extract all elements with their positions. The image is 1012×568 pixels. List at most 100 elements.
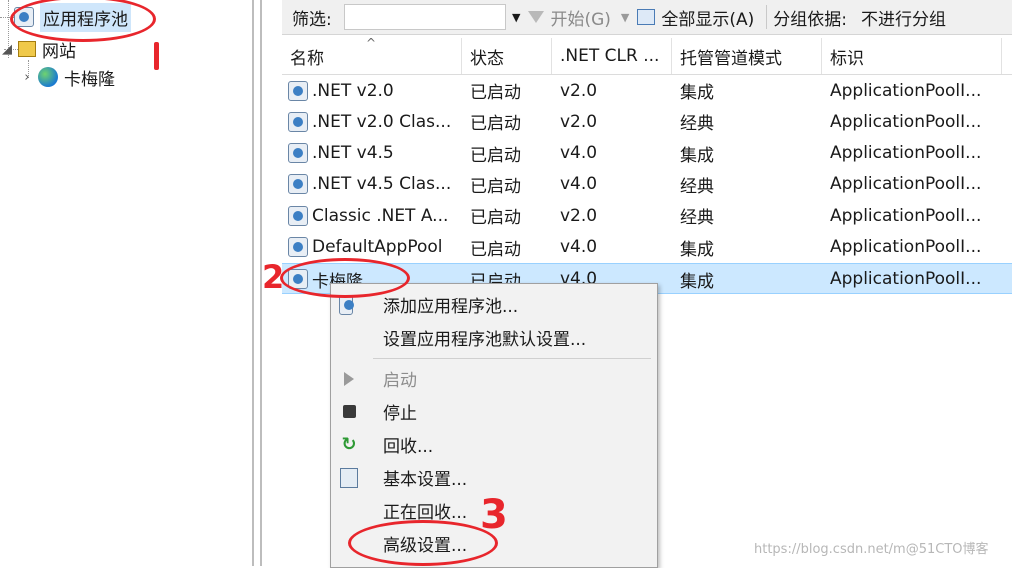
column-header-clr[interactable]: .NET CLR ... bbox=[552, 38, 672, 74]
table-row[interactable]: .NET v2.0 Clas... 已启动 v2.0 经典 ApplicationPoo… bbox=[282, 106, 1012, 137]
annotation-step-2: 2 bbox=[262, 258, 285, 296]
cell-clr: v4.0 bbox=[560, 232, 670, 263]
app-pool-icon bbox=[288, 237, 308, 257]
settings-page-icon bbox=[340, 467, 358, 488]
cell-name: Classic .NET A... bbox=[288, 200, 460, 231]
cell-text: .NET v4.5 Clas... bbox=[312, 174, 452, 195]
cell-text: v2.0 bbox=[560, 80, 598, 101]
filter-input[interactable] bbox=[344, 4, 506, 30]
cell-text: ApplicationPoolI... bbox=[830, 237, 982, 257]
list-header: ^ 名称 状态 .NET CLR ... 托管管道模式 标识 bbox=[282, 36, 1012, 75]
menu-item-recycle[interactable]: ↻ 回收... bbox=[331, 428, 655, 461]
start-filter-button[interactable]: 开始(G) bbox=[528, 5, 611, 30]
table-row[interactable]: Classic .NET A... 已启动 v2.0 经典 ApplicationPoo… bbox=[282, 200, 1012, 231]
cell-identity: ApplicationPoolI... bbox=[830, 200, 1008, 231]
menu-item-label: 添加应用程序池... bbox=[383, 297, 519, 317]
column-header-identity[interactable]: 标识 bbox=[822, 38, 1002, 74]
splitter[interactable] bbox=[252, 0, 254, 566]
annotation-circle-advanced bbox=[348, 520, 498, 566]
cell-pipeline: 集成 bbox=[680, 264, 820, 295]
collapse-arrow-icon[interactable]: ◢ bbox=[0, 42, 14, 57]
cell-text: 已启动 bbox=[470, 145, 521, 166]
column-header-status[interactable]: 状态 bbox=[462, 38, 552, 74]
cell-status: 已启动 bbox=[470, 169, 550, 200]
cell-text: Classic .NET A... bbox=[312, 205, 449, 226]
cell-clr: v4.0 bbox=[560, 169, 670, 200]
cell-text: 集成 bbox=[680, 83, 714, 103]
column-header-label: 托管管道模式 bbox=[680, 48, 782, 69]
cell-identity: ApplicationPoolI... bbox=[830, 75, 1008, 106]
cell-pipeline: 经典 bbox=[680, 106, 820, 137]
connections-tree: 应用程序池 ◢ 网站 › 卡梅隆 bbox=[0, 0, 252, 566]
cell-clr: v2.0 bbox=[560, 200, 670, 231]
app-pool-icon bbox=[288, 174, 308, 195]
cell-text: .NET v2.0 Clas... bbox=[312, 111, 452, 132]
table-row[interactable]: DefaultAppPool 已启动 v4.0 集成 ApplicationPoolI.… bbox=[282, 232, 1012, 263]
menu-item-set-defaults[interactable]: 设置应用程序池默认设置... bbox=[331, 321, 655, 354]
menu-item-stop[interactable]: 停止 bbox=[331, 395, 655, 428]
menu-item-basic-settings[interactable]: 基本设置... bbox=[331, 461, 655, 494]
menu-item-label: 停止 bbox=[383, 404, 417, 424]
cell-clr: v2.0 bbox=[560, 75, 670, 106]
table-row[interactable]: .NET v4.5 已启动 v4.0 集成 ApplicationPoolI... bbox=[282, 138, 1012, 169]
column-header-label: 状态 bbox=[470, 48, 504, 69]
cell-text: 经典 bbox=[680, 208, 714, 229]
tree-item-site[interactable]: › 卡梅隆 bbox=[20, 62, 115, 92]
show-all-icon bbox=[637, 9, 656, 25]
cell-text: ApplicationPoolI... bbox=[830, 143, 982, 164]
cell-status: 已启动 bbox=[470, 232, 550, 263]
column-header-label: 名称 bbox=[290, 48, 324, 69]
cell-clr: v4.0 bbox=[560, 138, 670, 169]
cell-text: .NET v4.5 bbox=[312, 143, 394, 164]
cell-text: 已启动 bbox=[470, 114, 521, 135]
cell-identity: ApplicationPoolI... bbox=[830, 169, 1008, 200]
expand-arrow-icon[interactable]: › bbox=[20, 70, 34, 85]
menu-item-label: 设置应用程序池默认设置... bbox=[383, 330, 587, 350]
play-icon bbox=[344, 371, 354, 386]
sites-folder-icon bbox=[18, 41, 36, 57]
filter-label: 筛选: bbox=[292, 9, 332, 30]
cell-name: DefaultAppPool bbox=[288, 232, 460, 263]
cell-name: .NET v2.0 Clas... bbox=[288, 106, 460, 137]
cell-text: 已启动 bbox=[470, 208, 521, 229]
cell-text: v2.0 bbox=[560, 205, 598, 226]
cell-status: 已启动 bbox=[470, 106, 550, 137]
cell-text: 集成 bbox=[680, 239, 714, 260]
annotation-step-3: 3 bbox=[480, 492, 508, 538]
cell-name: .NET v4.5 bbox=[288, 138, 460, 169]
cell-text: 已启动 bbox=[470, 239, 521, 260]
cell-text: 经典 bbox=[680, 114, 714, 135]
app-pool-icon bbox=[288, 205, 308, 226]
table-row[interactable]: .NET v4.5 Clas... 已启动 v4.0 经典 ApplicationPoo… bbox=[282, 169, 1012, 200]
menu-item-start[interactable]: 启动 bbox=[331, 362, 655, 395]
menu-item-label: 启动 bbox=[383, 371, 417, 391]
cell-text: v4.0 bbox=[560, 237, 598, 257]
column-header-pipeline[interactable]: 托管管道模式 bbox=[672, 38, 822, 74]
cell-text: .NET v2.0 bbox=[312, 80, 394, 101]
globe-icon bbox=[38, 67, 58, 87]
sort-ascending-icon: ^ bbox=[366, 36, 377, 50]
cell-name: .NET v2.0 bbox=[288, 75, 460, 106]
column-header-label: .NET CLR ... bbox=[560, 46, 660, 66]
cell-identity: ApplicationPoolI... bbox=[830, 106, 1008, 137]
watermark: https://blog.csdn.net/m@51CTO博客 bbox=[754, 542, 989, 557]
cell-text: 已启动 bbox=[470, 176, 521, 197]
column-header-name[interactable]: ^ 名称 bbox=[282, 36, 462, 74]
menu-item-label: 基本设置... bbox=[383, 470, 468, 490]
annotation-mark bbox=[154, 42, 159, 70]
cell-clr: v2.0 bbox=[560, 106, 670, 137]
cell-text: 集成 bbox=[680, 271, 714, 292]
menu-item-label: 回收... bbox=[383, 437, 434, 457]
cell-text: ApplicationPoolI... bbox=[830, 80, 982, 101]
annotation-circle-pool-row bbox=[280, 258, 410, 298]
group-by-select[interactable]: 不进行分组 bbox=[861, 5, 946, 30]
cell-identity: ApplicationPoolI... bbox=[830, 232, 1008, 263]
cell-text: 已启动 bbox=[470, 83, 521, 103]
filter-dropdown-icon[interactable]: ▼ bbox=[512, 11, 520, 24]
start-dropdown-icon[interactable]: ▼ bbox=[621, 11, 629, 24]
cell-text: v4.0 bbox=[560, 174, 598, 195]
cell-pipeline: 经典 bbox=[680, 169, 820, 200]
table-row[interactable]: .NET v2.0 已启动 v2.0 集成 ApplicationPoolI... bbox=[282, 75, 1012, 106]
show-all-button[interactable]: 全部显示(A) bbox=[637, 5, 754, 30]
cell-text: ApplicationPoolI... bbox=[830, 205, 982, 226]
